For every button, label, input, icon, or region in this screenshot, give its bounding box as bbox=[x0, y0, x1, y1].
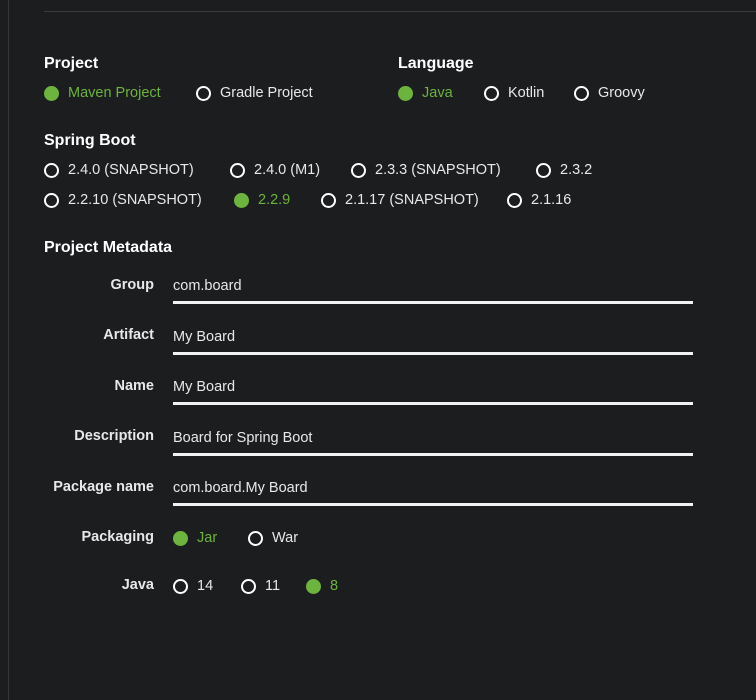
artifact-label: Artifact bbox=[103, 327, 154, 343]
left-divider bbox=[8, 0, 9, 700]
radio-maven-project[interactable]: Maven Project bbox=[44, 85, 196, 101]
artifact-field bbox=[173, 325, 693, 355]
radio-boot-2-3-2[interactable]: 2.3.2 bbox=[536, 162, 592, 178]
name-field bbox=[173, 375, 693, 405]
radio-java-8[interactable]: 8 bbox=[306, 578, 338, 594]
group-label: Group bbox=[110, 277, 155, 293]
radio-indicator-icon bbox=[173, 578, 188, 594]
radio-boot-2-1-16[interactable]: 2.1.16 bbox=[507, 192, 571, 208]
radio-indicator-icon bbox=[173, 530, 188, 546]
radio-indicator-icon bbox=[484, 85, 499, 101]
project-heading: Project bbox=[44, 55, 99, 72]
radio-indicator-icon bbox=[196, 85, 211, 101]
group-field bbox=[173, 274, 693, 304]
radio-kotlin[interactable]: Kotlin bbox=[484, 85, 574, 101]
radio-indicator-icon bbox=[536, 162, 551, 178]
radio-boot-2-4-0-m1[interactable]: 2.4.0 (M1) bbox=[230, 162, 351, 178]
radio-boot-2-2-9[interactable]: 2.2.9 bbox=[234, 192, 321, 208]
radio-java[interactable]: Java bbox=[398, 85, 484, 101]
radio-indicator-icon bbox=[321, 192, 336, 208]
radio-indicator-icon bbox=[507, 192, 522, 208]
radio-indicator-icon bbox=[351, 162, 366, 178]
radio-label: 2.2.10 (SNAPSHOT) bbox=[68, 192, 202, 208]
group-input[interactable] bbox=[173, 274, 693, 298]
packaging-label: Packaging bbox=[81, 529, 154, 545]
radio-indicator-icon bbox=[398, 85, 413, 101]
radio-jar[interactable]: Jar bbox=[173, 530, 248, 546]
radio-label: Groovy bbox=[598, 85, 645, 101]
artifact-input[interactable] bbox=[173, 325, 693, 349]
java-version-label: Java bbox=[121, 577, 154, 593]
radio-groovy[interactable]: Groovy bbox=[574, 85, 645, 101]
radio-label: Maven Project bbox=[68, 85, 161, 101]
radio-indicator-icon bbox=[574, 85, 589, 101]
language-heading: Language bbox=[398, 55, 474, 72]
radio-label: Gradle Project bbox=[220, 85, 313, 101]
project-radio-group: Maven Project Gradle Project bbox=[44, 85, 313, 101]
radio-label: War bbox=[272, 530, 299, 546]
radio-label: 2.3.3 (SNAPSHOT) bbox=[375, 162, 501, 178]
radio-label: 2.2.9 bbox=[258, 192, 291, 208]
package-name-input[interactable] bbox=[173, 476, 693, 500]
radio-label: Kotlin bbox=[508, 85, 545, 101]
radio-java-11[interactable]: 11 bbox=[241, 578, 306, 594]
radio-boot-2-4-0-snapshot[interactable]: 2.4.0 (SNAPSHOT) bbox=[44, 162, 230, 178]
radio-indicator-icon bbox=[44, 192, 59, 208]
radio-label: Jar bbox=[197, 530, 218, 546]
radio-boot-2-1-17-snapshot[interactable]: 2.1.17 (SNAPSHOT) bbox=[321, 192, 507, 208]
description-field bbox=[173, 426, 693, 456]
spring-boot-row-2: 2.2.10 (SNAPSHOT) 2.2.9 2.1.17 (SNAPSHOT… bbox=[44, 192, 571, 208]
radio-java-14[interactable]: 14 bbox=[173, 578, 241, 594]
java-version-radio-group: 14 11 8 bbox=[173, 578, 338, 594]
radio-indicator-icon bbox=[306, 578, 321, 594]
radio-indicator-icon bbox=[44, 162, 59, 178]
radio-boot-2-2-10-snapshot[interactable]: 2.2.10 (SNAPSHOT) bbox=[44, 192, 234, 208]
top-divider bbox=[44, 11, 756, 12]
description-label: Description bbox=[74, 428, 154, 444]
radio-boot-2-3-3-snapshot[interactable]: 2.3.3 (SNAPSHOT) bbox=[351, 162, 536, 178]
radio-indicator-icon bbox=[248, 530, 263, 546]
radio-indicator-icon bbox=[234, 192, 249, 208]
radio-label: Java bbox=[422, 85, 453, 101]
radio-indicator-icon bbox=[44, 85, 59, 101]
radio-label: 8 bbox=[330, 578, 339, 594]
radio-label: 2.4.0 (M1) bbox=[254, 162, 321, 178]
package-name-label: Package name bbox=[53, 479, 154, 495]
package-name-field bbox=[173, 476, 693, 506]
radio-gradle-project[interactable]: Gradle Project bbox=[196, 85, 313, 101]
language-radio-group: Java Kotlin Groovy bbox=[398, 85, 645, 101]
radio-label: 2.4.0 (SNAPSHOT) bbox=[68, 162, 194, 178]
packaging-radio-group: Jar War bbox=[173, 530, 298, 546]
spring-boot-heading: Spring Boot bbox=[44, 132, 136, 149]
name-input[interactable] bbox=[173, 375, 693, 399]
radio-indicator-icon bbox=[230, 162, 245, 178]
radio-label: 11 bbox=[265, 578, 281, 594]
radio-label: 2.1.16 bbox=[531, 192, 572, 208]
description-input[interactable] bbox=[173, 426, 693, 450]
radio-label: 14 bbox=[197, 578, 214, 594]
radio-label: 2.1.17 (SNAPSHOT) bbox=[345, 192, 479, 208]
spring-boot-row-1: 2.4.0 (SNAPSHOT) 2.4.0 (M1) 2.3.3 (SNAPS… bbox=[44, 162, 592, 178]
radio-war[interactable]: War bbox=[248, 530, 298, 546]
radio-label: 2.3.2 bbox=[560, 162, 593, 178]
radio-indicator-icon bbox=[241, 578, 256, 594]
name-label: Name bbox=[114, 378, 155, 394]
project-metadata-heading: Project Metadata bbox=[44, 239, 173, 256]
